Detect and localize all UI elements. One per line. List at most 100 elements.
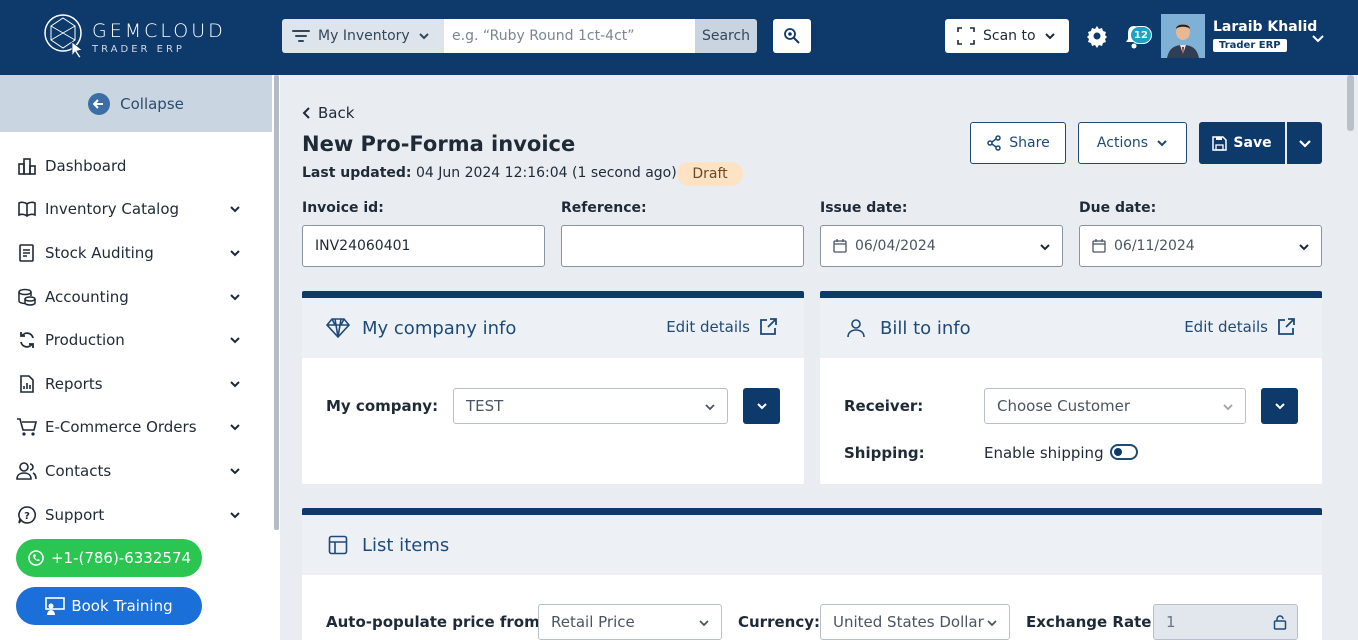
- list-items-card: List items Auto-populate price from: Ret…: [302, 508, 1322, 640]
- reference-field[interactable]: [561, 225, 804, 267]
- due-date-picker[interactable]: 06/11/2024: [1079, 225, 1322, 267]
- bill-to-edit-details-link[interactable]: Edit details: [1184, 317, 1296, 337]
- currency-select[interactable]: United States Dollar: [820, 604, 1010, 640]
- currency-value: United States Dollar: [833, 613, 984, 631]
- shipping-label: Shipping:: [844, 444, 925, 462]
- chevron-down-icon: [230, 424, 240, 431]
- audit-icon: [16, 242, 38, 264]
- sidebar-item-accounting[interactable]: Accounting: [16, 283, 248, 311]
- sidebar-item-reports[interactable]: Reports: [16, 370, 248, 398]
- company-info-title: My company info: [362, 317, 517, 339]
- logo[interactable]: GEMCLOUD TRADER ERP: [42, 12, 242, 60]
- last-updated: Last updated: 04 Jun 2024 12:16:04 (1 se…: [302, 165, 677, 181]
- scan-icon: [957, 27, 975, 45]
- coins-icon: [16, 286, 38, 308]
- receiver-select[interactable]: Choose Customer: [984, 388, 1246, 424]
- actions-dropdown[interactable]: Actions: [1078, 122, 1187, 164]
- scan-to-label: Scan to: [983, 28, 1036, 44]
- company-edit-details-link[interactable]: Edit details: [666, 317, 778, 337]
- chevron-down-icon[interactable]: [1310, 30, 1326, 46]
- chevron-down-icon: [230, 294, 240, 301]
- exchange-rate-label: Exchange Rate:: [1026, 613, 1158, 631]
- reference-label: Reference:: [561, 200, 647, 216]
- sidebar-item-label: E-Commerce Orders: [45, 418, 197, 436]
- save-options-button[interactable]: [1287, 122, 1322, 164]
- collapse-button[interactable]: Collapse: [0, 75, 272, 132]
- receiver-expand-button[interactable]: [1261, 388, 1298, 424]
- user-role-badge: Trader ERP: [1213, 39, 1287, 52]
- my-company-label: My company:: [326, 397, 439, 415]
- chevron-down-icon: [230, 206, 240, 213]
- search-bar: My Inventory Search: [282, 19, 757, 53]
- last-updated-value: 04 Jun 2024 12:16:04 (1 second ago): [416, 165, 677, 181]
- page-scrollbar[interactable]: [1347, 75, 1354, 131]
- settings-gear-icon[interactable]: [1085, 24, 1109, 48]
- chevron-down-icon: [1223, 404, 1233, 411]
- my-company-select[interactable]: TEST: [453, 388, 728, 424]
- list-items-header: List items: [302, 515, 1322, 575]
- currency-label: Currency:: [738, 613, 821, 631]
- chevron-down-icon: [1274, 403, 1285, 410]
- company-info-header: My company info Edit details: [302, 298, 804, 358]
- chevron-down-icon: [1044, 33, 1055, 40]
- issue-date-label: Issue date:: [820, 200, 908, 216]
- exchange-rate-field[interactable]: 1: [1153, 604, 1298, 640]
- page-title: New Pro-Forma invoice: [302, 132, 576, 156]
- enable-shipping-toggle[interactable]: [1110, 444, 1138, 460]
- issue-date-value: 06/04/2024: [855, 238, 936, 254]
- advanced-search-button[interactable]: [773, 19, 811, 53]
- list-items-title: List items: [362, 534, 450, 556]
- svg-text:?: ?: [24, 511, 30, 522]
- autopopulate-select[interactable]: Retail Price: [538, 604, 722, 640]
- sidebar-item-label: Accounting: [45, 288, 129, 306]
- sidebar-item-ecommerce-orders[interactable]: E-Commerce Orders: [16, 413, 248, 441]
- chevron-down-icon: [230, 250, 240, 257]
- external-link-icon: [760, 318, 777, 335]
- whatsapp-button[interactable]: +1-(786)-6332574: [16, 539, 202, 577]
- sidebar-item-contacts[interactable]: Contacts: [16, 457, 248, 485]
- main-content: Back New Pro-Forma invoice Last updated:…: [282, 75, 1342, 640]
- chevron-down-icon: [230, 337, 240, 344]
- sidebar-item-label: Stock Auditing: [45, 244, 154, 262]
- invoice-id-field[interactable]: INV24060401: [302, 225, 545, 267]
- due-date-value: 06/11/2024: [1114, 238, 1195, 254]
- chevron-down-icon: [230, 512, 240, 519]
- save-button[interactable]: Save: [1199, 122, 1285, 164]
- chevron-down-icon: [1298, 140, 1311, 148]
- top-bar: GEMCLOUD TRADER ERP My Inventory Search …: [0, 0, 1358, 75]
- enable-shipping-label: Enable shipping: [984, 444, 1104, 462]
- bill-to-card: Bill to info Edit details Receiver: Choo…: [820, 291, 1322, 484]
- lock-icon[interactable]: [1273, 615, 1287, 630]
- search-button[interactable]: Search: [695, 19, 757, 53]
- scan-to-dropdown[interactable]: Scan to: [945, 19, 1069, 53]
- company-expand-button[interactable]: [743, 388, 780, 424]
- book-training-button[interactable]: Book Training: [16, 587, 202, 625]
- edit-details-label: Edit details: [1184, 318, 1268, 336]
- book-icon: [16, 198, 38, 220]
- due-date-label: Due date:: [1079, 200, 1157, 216]
- chevron-down-icon: [1157, 140, 1167, 147]
- sidebar-item-production[interactable]: Production: [16, 326, 248, 354]
- whatsapp-icon: [28, 550, 44, 566]
- sidebar-item-stock-auditing[interactable]: Stock Auditing: [16, 239, 248, 267]
- bill-to-title: Bill to info: [880, 317, 971, 339]
- invoice-id-label: Invoice id:: [302, 200, 384, 216]
- chevron-down-icon: [705, 404, 715, 411]
- chevron-down-icon: [230, 468, 240, 475]
- user-name[interactable]: Laraib Khalid: [1213, 19, 1317, 35]
- share-button[interactable]: Share: [970, 122, 1066, 164]
- actions-label: Actions: [1096, 135, 1149, 151]
- receiver-label: Receiver:: [844, 397, 924, 415]
- report-icon: [16, 373, 38, 395]
- user-icon: [844, 316, 868, 340]
- search-filter-dropdown[interactable]: My Inventory: [282, 19, 444, 53]
- back-link[interactable]: Back: [302, 104, 354, 122]
- issue-date-picker[interactable]: 06/04/2024: [820, 225, 1063, 267]
- avatar[interactable]: [1161, 14, 1205, 58]
- search-input[interactable]: [444, 19, 695, 53]
- sidebar-item-dashboard[interactable]: Dashboard: [16, 152, 248, 180]
- sidebar-item-support[interactable]: ? Support: [16, 501, 248, 529]
- sidebar-item-inventory-catalog[interactable]: Inventory Catalog: [16, 195, 248, 223]
- sidebar-scrollbar[interactable]: [274, 75, 279, 530]
- bill-to-header: Bill to info Edit details: [820, 298, 1322, 358]
